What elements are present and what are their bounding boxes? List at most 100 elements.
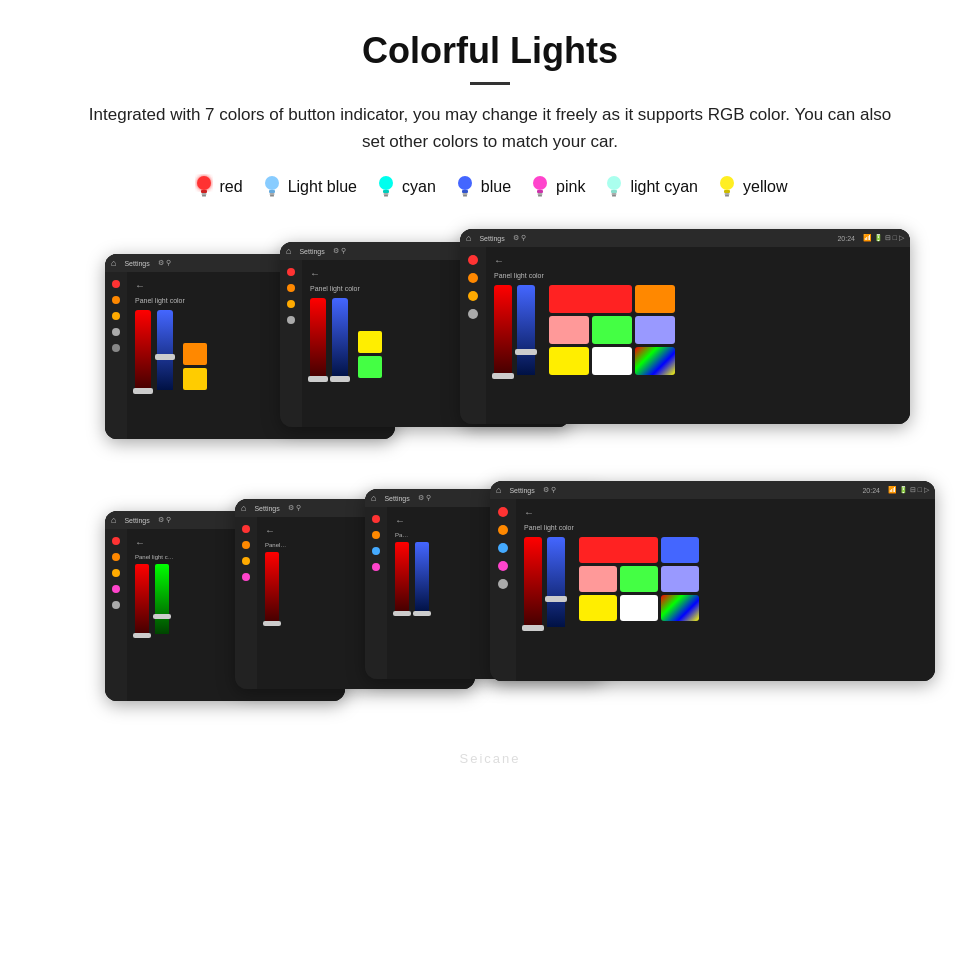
orange-dot-5: [242, 541, 250, 549]
amber-dot: [112, 312, 120, 320]
svg-rect-6: [269, 193, 274, 195]
blue-bar-handle: [155, 354, 175, 360]
svg-rect-11: [384, 195, 388, 197]
yellow-label: yellow: [743, 178, 787, 196]
gear-icon-5: ⚙ ⚲: [288, 504, 301, 512]
color-grid-7: [579, 537, 699, 621]
red-bar-7: [524, 537, 542, 627]
blue-label: blue: [481, 178, 511, 196]
gray-dot-2a: [287, 316, 295, 324]
bars-7: [524, 537, 565, 627]
lightblue-label: Light blue: [288, 178, 357, 196]
status-icons-7: 📶 🔋 ⊟ □ ▷: [888, 486, 929, 494]
red-bar: [135, 310, 151, 390]
svg-rect-14: [462, 193, 467, 195]
red-bar-handle: [133, 388, 153, 394]
small-blocks-1: [183, 343, 207, 390]
handle-7b: [545, 596, 567, 602]
screen-3-topbar: ⌂ Settings ⚙ ⚲ 20:24 📶 🔋 ⊟ □ ▷: [460, 229, 910, 247]
green-bar-4: [155, 564, 169, 634]
handle-2b: [330, 376, 350, 382]
handle-4a: [133, 633, 151, 638]
red-dot-7: [498, 507, 508, 517]
svg-rect-5: [269, 190, 275, 193]
color-item-yellow: yellow: [716, 173, 787, 201]
pink-bulb-icon: [529, 173, 551, 201]
grid7-yellow: [579, 595, 617, 621]
home-icon-4: ⌂: [111, 515, 116, 525]
svg-rect-7: [270, 195, 274, 197]
top-screens-row: ⌂ Settings ⚙ ⚲ ← Panel light color: [40, 229, 940, 459]
amber-dot-3: [468, 291, 478, 301]
yellow-bulb-icon: [716, 173, 738, 201]
back-arrow-7: ←: [524, 507, 927, 518]
gear-icon-3: ⚙ ⚲: [513, 234, 526, 242]
content-body-7: [524, 537, 927, 627]
handle-3a: [492, 373, 514, 379]
handle-6a: [393, 611, 411, 616]
red-dot-6: [372, 515, 380, 523]
grid7-white: [620, 595, 658, 621]
settings-label-2: Settings: [299, 248, 324, 255]
orange-dot-7: [498, 525, 508, 535]
cyan-bulb-icon: [375, 173, 397, 201]
lightcyan-bulb-icon: [603, 173, 625, 201]
svg-rect-1: [201, 190, 207, 193]
svg-rect-2: [201, 193, 206, 195]
sidebar-left-6: [365, 507, 387, 679]
svg-rect-9: [383, 190, 389, 193]
orange-dot-3: [468, 273, 478, 283]
blue-bulb-icon: [454, 173, 476, 201]
orange-dot-6: [372, 531, 380, 539]
color-item-lightcyan: light cyan: [603, 173, 698, 201]
grid-rainbow: [635, 347, 675, 375]
time-label-7: 20:24: [862, 487, 880, 494]
grid7-green: [620, 566, 658, 592]
red-bar-4: [135, 564, 149, 634]
pink-dot-7: [498, 561, 508, 571]
svg-rect-17: [537, 190, 543, 193]
gray-dot-7: [498, 579, 508, 589]
gear-icon: ⚙ ⚲: [158, 259, 171, 267]
lightblue-bulb-icon: [261, 173, 283, 201]
status-icons-3: 📶 🔋 ⊟ □ ▷: [863, 234, 904, 242]
svg-point-24: [720, 176, 734, 190]
svg-point-16: [533, 176, 547, 190]
blue-bar-1: [157, 310, 173, 390]
gear-icon-6: ⚙ ⚲: [418, 494, 431, 502]
red-label: red: [220, 178, 243, 196]
handle-3b: [515, 349, 537, 355]
svg-rect-19: [538, 195, 542, 197]
red-bar-6: [395, 542, 409, 612]
home-icon-3: ⌂: [466, 233, 471, 243]
pink-dot-6: [372, 563, 380, 571]
lightcyan-label: light cyan: [630, 178, 698, 196]
red-bulb-icon: [193, 173, 215, 201]
svg-point-20: [607, 176, 621, 190]
page-container: Colorful Lights Integrated with 7 colors…: [0, 0, 980, 786]
grid-lavender: [635, 316, 675, 344]
gray-dot-4: [112, 601, 120, 609]
pink-dot-4: [112, 585, 120, 593]
svg-rect-26: [725, 193, 730, 195]
screen-7: ⌂ Settings ⚙ ⚲ 20:24 📶 🔋 ⊟ □ ▷: [490, 481, 935, 681]
svg-rect-25: [724, 190, 730, 193]
color-item-pink: pink: [529, 173, 585, 201]
pink-label: pink: [556, 178, 585, 196]
amber-dot-2: [287, 300, 295, 308]
grid-yellow-3: [549, 347, 589, 375]
handle-2a: [308, 376, 328, 382]
blue-bar-6: [415, 542, 429, 612]
content-body-3: [494, 285, 902, 375]
settings-label-3: Settings: [479, 235, 504, 242]
amber-dot-5: [242, 557, 250, 565]
svg-point-4: [265, 176, 279, 190]
svg-rect-27: [725, 195, 729, 197]
blue-bar-7: [547, 537, 565, 627]
time-label-3: 20:24: [837, 235, 855, 242]
home-icon: ⌂: [111, 258, 116, 268]
sidebar-left-3: [460, 247, 486, 424]
sidebar-left-1: [105, 272, 127, 439]
yellow-block: [183, 368, 207, 390]
sidebar-left-5: [235, 517, 257, 689]
